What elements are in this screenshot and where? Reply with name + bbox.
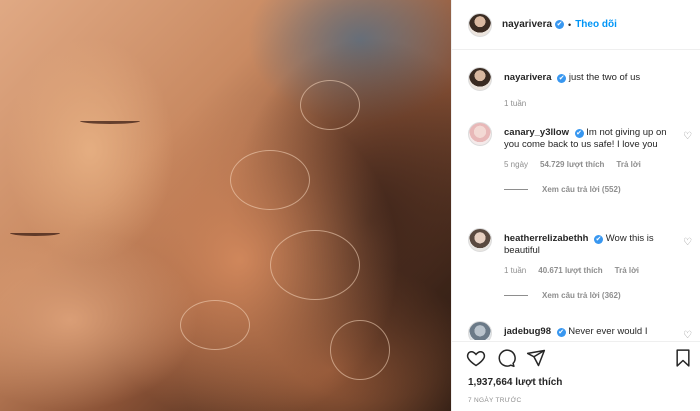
comment-like-heart-icon[interactable]: ♡ (683, 132, 693, 142)
share-icon[interactable] (526, 348, 546, 368)
post-likes-count[interactable]: 1,937,664 lượt thích (468, 377, 562, 388)
post-actions: 1,937,664 lượt thích 7 NGÀY TRƯỚC (452, 341, 700, 411)
caption: nayarivera ✔ just the two of us 1 tuần (468, 67, 693, 108)
verified-badge-icon: ✔ (555, 20, 565, 29)
comment-username[interactable]: canary_y3llow (504, 127, 569, 138)
avatar[interactable] (468, 12, 492, 37)
photo-detail-curl (230, 150, 310, 210)
verified-badge-icon: ✔ (594, 235, 604, 244)
comment-like-heart-icon[interactable]: ♡ (683, 331, 693, 341)
action-icons (466, 348, 546, 368)
replies-divider (504, 189, 528, 190)
reply-button[interactable]: Trả lời (615, 266, 639, 275)
heart-icon[interactable] (466, 348, 486, 368)
photo-detail-eye (80, 118, 140, 124)
view-replies-label: Xem câu trả lời (552) (542, 185, 621, 194)
commenter-avatar[interactable] (468, 228, 492, 252)
comment-icon[interactable] (496, 348, 516, 368)
view-replies-button[interactable]: Xem câu trả lời (552) (504, 185, 693, 194)
comment-username[interactable]: jadebug98 (504, 326, 551, 337)
comment-item: canary_y3llow ✔ Im not giving up on you … (468, 122, 693, 194)
commenter-avatar[interactable] (468, 321, 492, 340)
verified-badge-icon: ✔ (557, 74, 567, 83)
reply-button[interactable]: Trả lời (616, 160, 640, 169)
verified-badge-icon: ✔ (574, 129, 584, 138)
comment-username[interactable]: heatherrelizabethh (504, 233, 588, 244)
comment-item: jadebug98 ✔ Never ever would I ♡ (468, 321, 693, 340)
view-replies-button[interactable]: Xem câu trả lời (362) (504, 291, 693, 300)
photo-detail-eye-2 (10, 230, 60, 236)
verified-badge-icon: ✔ (556, 328, 566, 337)
post-header: nayarivera ✔ • Theo dõi (452, 0, 700, 50)
post-date[interactable]: 7 NGÀY TRƯỚC (468, 397, 522, 404)
instagram-post: nayarivera ✔ • Theo dõi nayarivera ✔ jus… (0, 0, 700, 411)
comment-like-heart-icon[interactable]: ♡ (683, 238, 693, 248)
comment-text: Never ever would I (568, 326, 648, 337)
header-username[interactable]: nayarivera (502, 19, 552, 30)
caption-avatar[interactable] (468, 67, 492, 91)
caption-time[interactable]: 1 tuần (504, 99, 526, 108)
replies-divider (504, 295, 528, 296)
bookmark-icon[interactable] (673, 348, 693, 368)
comment-likes[interactable]: 54.729 lượt thích (540, 160, 604, 169)
post-sidebar: nayarivera ✔ • Theo dõi nayarivera ✔ jus… (451, 0, 700, 411)
caption-text: just the two of us (568, 72, 641, 83)
photo-detail-curl (180, 300, 250, 350)
photo-detail-curl (330, 320, 390, 380)
follow-button[interactable]: Theo dõi (575, 19, 617, 30)
comment-time[interactable]: 1 tuần (504, 266, 526, 275)
separator-dot: • (568, 19, 572, 30)
post-photo[interactable] (0, 0, 451, 411)
view-replies-label: Xem câu trả lời (362) (542, 291, 621, 300)
comments-list[interactable]: nayarivera ✔ just the two of us 1 tuần c… (452, 51, 700, 340)
comment-item: heatherrelizabethh ✔ Wow this is beautif… (468, 228, 693, 300)
comment-time[interactable]: 5 ngày (504, 160, 528, 169)
comment-likes[interactable]: 40.671 lượt thích (538, 266, 602, 275)
caption-username[interactable]: nayarivera (504, 72, 552, 83)
commenter-avatar[interactable] (468, 122, 492, 146)
photo-detail-curl (270, 230, 360, 300)
photo-detail-curl (300, 80, 360, 130)
